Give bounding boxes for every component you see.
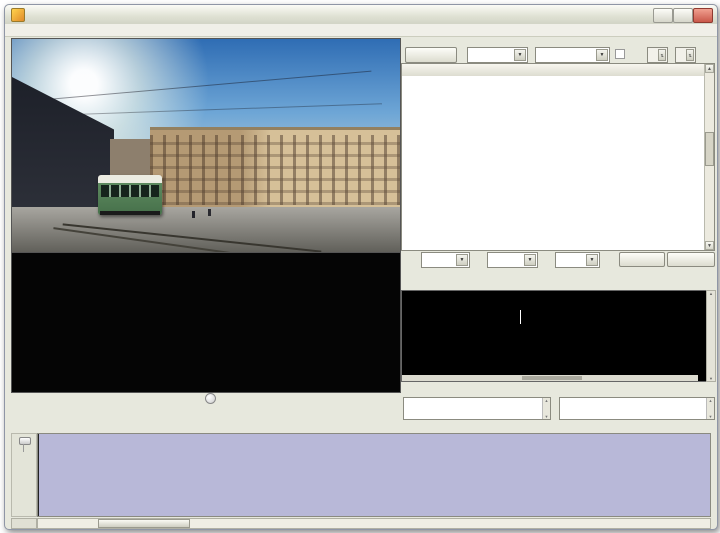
building-windows — [150, 135, 400, 205]
pedestrian — [208, 209, 211, 216]
inpoint-enable-checkbox[interactable] — [615, 49, 625, 59]
zoom-slider-track — [23, 444, 24, 452]
tram-windows — [101, 185, 159, 197]
scroll-up-icon[interactable]: ▲ — [543, 398, 550, 403]
minimize-button[interactable] — [653, 8, 673, 23]
pedestrian — [192, 211, 195, 218]
playhead-line[interactable] — [38, 434, 39, 516]
box-scrollbar[interactable]: ▲ ▼ — [542, 398, 550, 419]
autoscroll-select[interactable]: ▼ — [535, 47, 610, 63]
chevron-down-icon: ▼ — [456, 254, 468, 266]
cancel-button[interactable] — [667, 252, 715, 267]
maximize-button[interactable] — [673, 8, 693, 23]
table-scrollbar[interactable]: ▲ ▼ — [704, 64, 714, 250]
spinner-icon: ⇅ — [686, 49, 694, 61]
subtitle-text-editor[interactable] — [401, 290, 707, 382]
chevron-down-icon: ▼ — [586, 254, 598, 266]
app-window: ▼ ▼ ⇅ ⇅ ▲ ▼ ▼ ▼ ▼ — [4, 4, 718, 530]
table-header — [402, 64, 714, 76]
video-display-window[interactable] — [11, 38, 401, 253]
transcribe-start-button[interactable] — [405, 47, 457, 63]
timeline-ruler — [37, 418, 709, 433]
jog-knob[interactable] — [205, 393, 216, 404]
scroll-up-icon[interactable]: ▲ — [707, 291, 715, 296]
source-text-box[interactable]: ▲ ▼ — [403, 397, 551, 420]
compare-source-window[interactable] — [11, 252, 401, 393]
chevron-down-icon: ▼ — [596, 49, 608, 61]
confirm-button[interactable] — [619, 252, 665, 267]
tram-wheels — [100, 211, 160, 215]
scrollbar-thumb[interactable] — [705, 132, 714, 166]
editor-vscrollbar[interactable]: ▲ ▼ — [706, 290, 716, 382]
edge-select[interactable]: ▼ — [555, 252, 600, 268]
zoom-slider-handle[interactable] — [19, 437, 31, 445]
scrollbar-thumb[interactable] — [522, 376, 582, 380]
scroll-up-icon[interactable]: ▲ — [707, 398, 714, 403]
chevron-down-icon: ▼ — [524, 254, 536, 266]
title-bar[interactable] — [5, 5, 717, 25]
inpoint-frames-field[interactable]: ⇅ — [675, 47, 696, 63]
waveform-display-window[interactable] — [37, 433, 711, 517]
chevron-down-icon: ▼ — [514, 49, 526, 61]
scroll-corner-box — [11, 518, 37, 529]
spinner-icon: ⇅ — [658, 49, 666, 61]
memo-box[interactable]: ▲ ▼ — [559, 397, 715, 420]
inpoint-seconds-field[interactable]: ⇅ — [647, 47, 668, 63]
scroll-up-icon[interactable]: ▲ — [705, 64, 714, 73]
scroll-down-icon[interactable]: ▼ — [707, 376, 715, 381]
scroll-down-icon[interactable]: ▼ — [705, 241, 714, 250]
text-caret — [520, 310, 521, 324]
waveform-hscrollbar[interactable] — [37, 518, 711, 529]
editor-hscrollbar[interactable] — [402, 375, 698, 381]
waveform-toolbox — [11, 433, 37, 517]
close-button[interactable] — [693, 8, 713, 23]
position-select[interactable]: ▼ — [487, 252, 538, 268]
edit-switch-select[interactable]: ▼ — [467, 47, 528, 63]
menu-bar — [5, 24, 717, 37]
box-scrollbar[interactable]: ▲ ▼ — [706, 398, 714, 419]
app-icon — [11, 8, 25, 22]
audio-waveform — [38, 434, 710, 516]
scrollbar-thumb[interactable] — [98, 519, 190, 528]
direction-select[interactable]: ▼ — [421, 252, 470, 268]
subtitle-list-table[interactable]: ▲ ▼ — [401, 63, 715, 251]
